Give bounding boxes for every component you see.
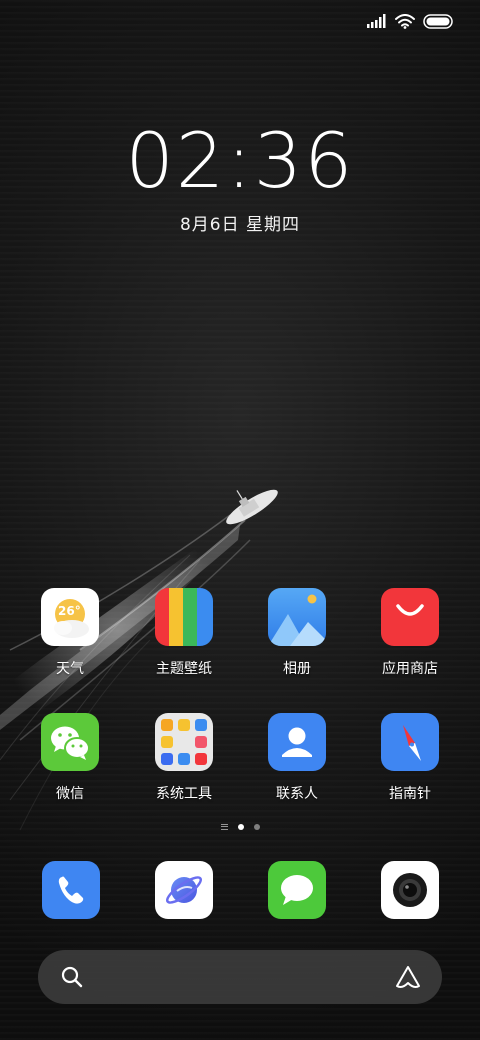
dock-phone[interactable] — [42, 861, 100, 919]
lock-clock-time[interactable]: 02:36 — [0, 118, 480, 204]
app-label: 微信 — [56, 786, 84, 802]
system-tools-folder-icon — [155, 713, 213, 771]
app-label: 指南针 — [389, 786, 431, 802]
app-label: 应用商店 — [382, 661, 438, 677]
app-label: 联系人 — [276, 786, 318, 802]
dock-camera[interactable] — [381, 861, 439, 919]
weather-temperature-badge: 26° — [58, 604, 81, 618]
dock-browser[interactable] — [155, 861, 213, 919]
search-bar[interactable] — [38, 950, 442, 1004]
search-icon[interactable] — [60, 965, 84, 993]
wechat-icon — [41, 713, 99, 771]
clock-date[interactable]: 8月6日 星期四 — [0, 210, 480, 235]
app-label: 相册 — [283, 661, 311, 677]
cellular-signal-icon — [367, 14, 387, 28]
app-label: 天气 — [56, 661, 84, 677]
app-store-icon — [381, 588, 439, 646]
themes-icon — [155, 588, 213, 646]
app-compass[interactable]: 指南针 — [354, 713, 466, 803]
dock-messages[interactable] — [268, 861, 326, 919]
app-label: 系统工具 — [156, 786, 212, 802]
app-gallery[interactable]: 相册 — [241, 588, 353, 678]
page-dot[interactable] — [253, 824, 260, 830]
app-system-tools-folder[interactable]: 系统工具 — [128, 713, 240, 803]
page-dot-active[interactable] — [237, 824, 244, 830]
gallery-icon — [268, 588, 326, 646]
weather-icon: 26° — [41, 588, 99, 646]
app-weather[interactable]: 26° 天气 — [14, 588, 126, 678]
assistant-icon[interactable] — [394, 963, 422, 995]
page-list-indicator[interactable] — [220, 824, 228, 830]
battery-icon — [423, 13, 454, 29]
app-label: 主题壁纸 — [156, 661, 212, 677]
app-wechat[interactable]: 微信 — [14, 713, 126, 803]
status-bar — [367, 10, 454, 32]
page-indicator[interactable] — [0, 824, 480, 830]
compass-icon — [381, 713, 439, 771]
wifi-icon — [395, 13, 415, 29]
app-contacts[interactable]: 联系人 — [241, 713, 353, 803]
contacts-icon — [268, 713, 326, 771]
app-store[interactable]: 应用商店 — [354, 588, 466, 678]
app-themes[interactable]: 主题壁纸 — [128, 588, 240, 678]
